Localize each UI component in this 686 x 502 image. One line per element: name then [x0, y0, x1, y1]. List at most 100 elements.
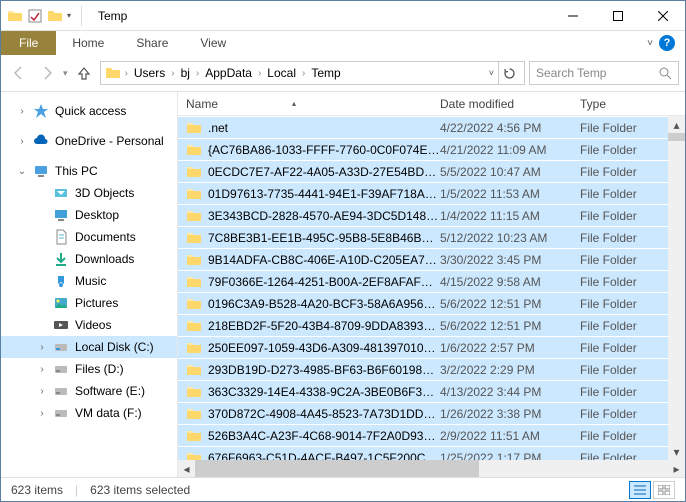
scroll-thumb[interactable] [668, 133, 685, 141]
file-name: 363C3329-14E4-4338-9C2A-3BE0B6F314A3 [208, 385, 440, 399]
qat-folder-icon[interactable] [47, 8, 63, 24]
scroll-down-icon[interactable]: ▾ [668, 443, 685, 460]
file-list[interactable]: .net 4/22/2022 4:56 PM File Folder {AC76… [178, 116, 685, 460]
chevron-down-icon[interactable]: ⌄ [17, 166, 27, 177]
chevron-right-icon[interactable]: › [37, 386, 47, 397]
sidebar-item-label: Files (D:) [75, 362, 124, 376]
details-view-button[interactable] [629, 481, 651, 499]
refresh-button[interactable] [498, 62, 520, 84]
file-row[interactable]: 3E343BCD-2828-4570-AE94-3DC5D1485979 1/4… [178, 204, 685, 226]
chevron-right-icon[interactable]: › [17, 136, 27, 147]
ribbon-expand-icon[interactable]: ˅ [647, 38, 653, 49]
column-header-name[interactable]: Name▴ [186, 97, 440, 111]
file-date: 4/13/2022 3:44 PM [440, 385, 580, 399]
folder-icon [186, 274, 202, 290]
close-button[interactable] [640, 2, 685, 30]
breadcrumb-segment[interactable]: bj [179, 66, 192, 80]
column-headers: Name▴ Date modified Type [178, 92, 685, 116]
file-date: 4/15/2022 9:58 AM [440, 275, 580, 289]
help-icon[interactable]: ? [659, 35, 675, 51]
sidebar-item-quick-access[interactable]: › Quick access [1, 100, 177, 122]
chevron-right-icon[interactable]: › [300, 68, 307, 79]
scroll-right-icon[interactable]: ▸ [668, 460, 685, 477]
sidebar-item[interactable]: › Desktop [1, 204, 177, 226]
sidebar-item[interactable]: › Software (E:) [1, 380, 177, 402]
file-date: 1/5/2022 11:53 AM [440, 187, 580, 201]
sidebar-item[interactable]: › Files (D:) [1, 358, 177, 380]
file-row[interactable]: 9B14ADFA-CB8C-406E-A10D-C205EA717... 3/3… [178, 248, 685, 270]
address-dropdown-icon[interactable]: ˅ [489, 68, 494, 78]
chevron-right-icon[interactable]: › [37, 342, 47, 353]
sidebar-item[interactable]: › Music [1, 270, 177, 292]
thumbnails-view-button[interactable] [653, 481, 675, 499]
chevron-right-icon[interactable]: › [37, 364, 47, 375]
file-row[interactable]: .net 4/22/2022 4:56 PM File Folder [178, 116, 685, 138]
sidebar-item[interactable]: › 3D Objects [1, 182, 177, 204]
file-row[interactable]: {AC76BA86-1033-FFFF-7760-0C0F074E41... 4… [178, 138, 685, 160]
sidebar-item-onedrive[interactable]: › OneDrive - Personal [1, 130, 177, 152]
sidebar-item-this-pc[interactable]: ⌄ This PC [1, 160, 177, 182]
column-header-date[interactable]: Date modified [440, 97, 580, 111]
qat-save-icon[interactable] [27, 8, 43, 24]
chevron-right-icon[interactable]: › [17, 106, 27, 117]
chevron-right-icon[interactable]: › [256, 68, 263, 79]
file-row[interactable]: 0ECDC7E7-AF22-4A05-A33D-27E54BDD6... 5/5… [178, 160, 685, 182]
breadcrumb-segment[interactable]: Temp [309, 66, 342, 80]
folder-icon [186, 428, 202, 444]
back-button[interactable] [7, 61, 31, 85]
scroll-up-icon[interactable]: ▴ [668, 116, 685, 133]
breadcrumb-segment[interactable]: Users [132, 66, 167, 80]
file-tab[interactable]: File [1, 31, 56, 55]
address-bar[interactable]: › Users › bj › AppData › Local › Temp ˅ [100, 61, 525, 85]
sidebar-item[interactable]: › Downloads [1, 248, 177, 270]
tab-share[interactable]: Share [120, 31, 184, 55]
up-button[interactable] [72, 61, 96, 85]
file-row[interactable]: 218EBD2F-5F20-43B4-8709-9DDA839385E0 5/6… [178, 314, 685, 336]
chevron-right-icon[interactable]: › [194, 68, 201, 79]
recent-locations-icon[interactable]: ▾ [63, 68, 68, 79]
file-row[interactable]: 01D97613-7735-4441-94E1-F39AF718AF33 1/5… [178, 182, 685, 204]
breadcrumb-segment[interactable]: Local [265, 66, 298, 80]
scroll-track[interactable] [195, 460, 668, 477]
scroll-left-icon[interactable]: ◂ [178, 460, 195, 477]
sidebar-item[interactable]: › Videos [1, 314, 177, 336]
file-row[interactable]: 7C8BE3B1-EE1B-495C-95B8-5E8B46B8BE15 5/1… [178, 226, 685, 248]
search-input[interactable]: Search Temp [529, 61, 679, 85]
file-row[interactable]: 526B3A4C-A23F-4C68-9014-7F2A0D933821 2/9… [178, 424, 685, 446]
sidebar-item[interactable]: › Documents [1, 226, 177, 248]
qat-customize-icon[interactable]: ▾ [67, 11, 75, 20]
scroll-track[interactable] [668, 133, 685, 443]
folder-icon [186, 186, 202, 202]
file-name: 7C8BE3B1-EE1B-495C-95B8-5E8B46B8BE15 [208, 231, 440, 245]
scroll-thumb[interactable] [195, 460, 479, 477]
sidebar-item[interactable]: › VM data (F:) [1, 402, 177, 424]
chevron-right-icon[interactable]: › [37, 408, 47, 419]
file-date: 5/6/2022 12:51 PM [440, 319, 580, 333]
chevron-right-icon[interactable]: › [169, 68, 176, 79]
maximize-button[interactable] [595, 2, 640, 30]
minimize-button[interactable] [550, 2, 595, 30]
file-row[interactable]: 79F0366E-1264-4251-B00A-2EF8AFAFC7E0 4/1… [178, 270, 685, 292]
file-row[interactable]: 293DB19D-D273-4985-BF63-B6F601985B52 3/2… [178, 358, 685, 380]
navigation-pane[interactable]: › Quick access › OneDrive - Personal ⌄ T… [1, 92, 178, 477]
file-row[interactable]: 0196C3A9-B528-4A20-BCF3-58A6A956D4... 5/… [178, 292, 685, 314]
tab-view[interactable]: View [184, 31, 242, 55]
file-row[interactable]: 363C3329-14E4-4338-9C2A-3BE0B6F314A3 4/1… [178, 380, 685, 402]
sidebar-item-label: Downloads [75, 252, 134, 266]
file-row[interactable]: 250EE097-1059-43D6-A309-4813970108ID 1/6… [178, 336, 685, 358]
vertical-scrollbar[interactable]: ▴ ▾ [668, 116, 685, 460]
forward-button[interactable] [35, 61, 59, 85]
file-name: 370D872C-4908-4A45-8523-7A73D1DDCB... [208, 407, 440, 421]
column-header-type[interactable]: Type [580, 97, 685, 111]
sidebar-item[interactable]: › Local Disk (C:) [1, 336, 177, 358]
chevron-right-icon[interactable]: › [123, 68, 130, 79]
file-name: .net [208, 121, 228, 135]
tab-home[interactable]: Home [56, 31, 120, 55]
file-date: 1/4/2022 11:15 AM [440, 209, 580, 223]
file-date: 5/6/2022 12:51 PM [440, 297, 580, 311]
file-row[interactable]: 676F6963-C51D-4ACF-B497-1C5F200C3FF9 1/2… [178, 446, 685, 460]
breadcrumb-segment[interactable]: AppData [203, 66, 254, 80]
sidebar-item[interactable]: › Pictures [1, 292, 177, 314]
file-row[interactable]: 370D872C-4908-4A45-8523-7A73D1DDCB... 1/… [178, 402, 685, 424]
horizontal-scrollbar[interactable]: ◂ ▸ [178, 460, 685, 477]
